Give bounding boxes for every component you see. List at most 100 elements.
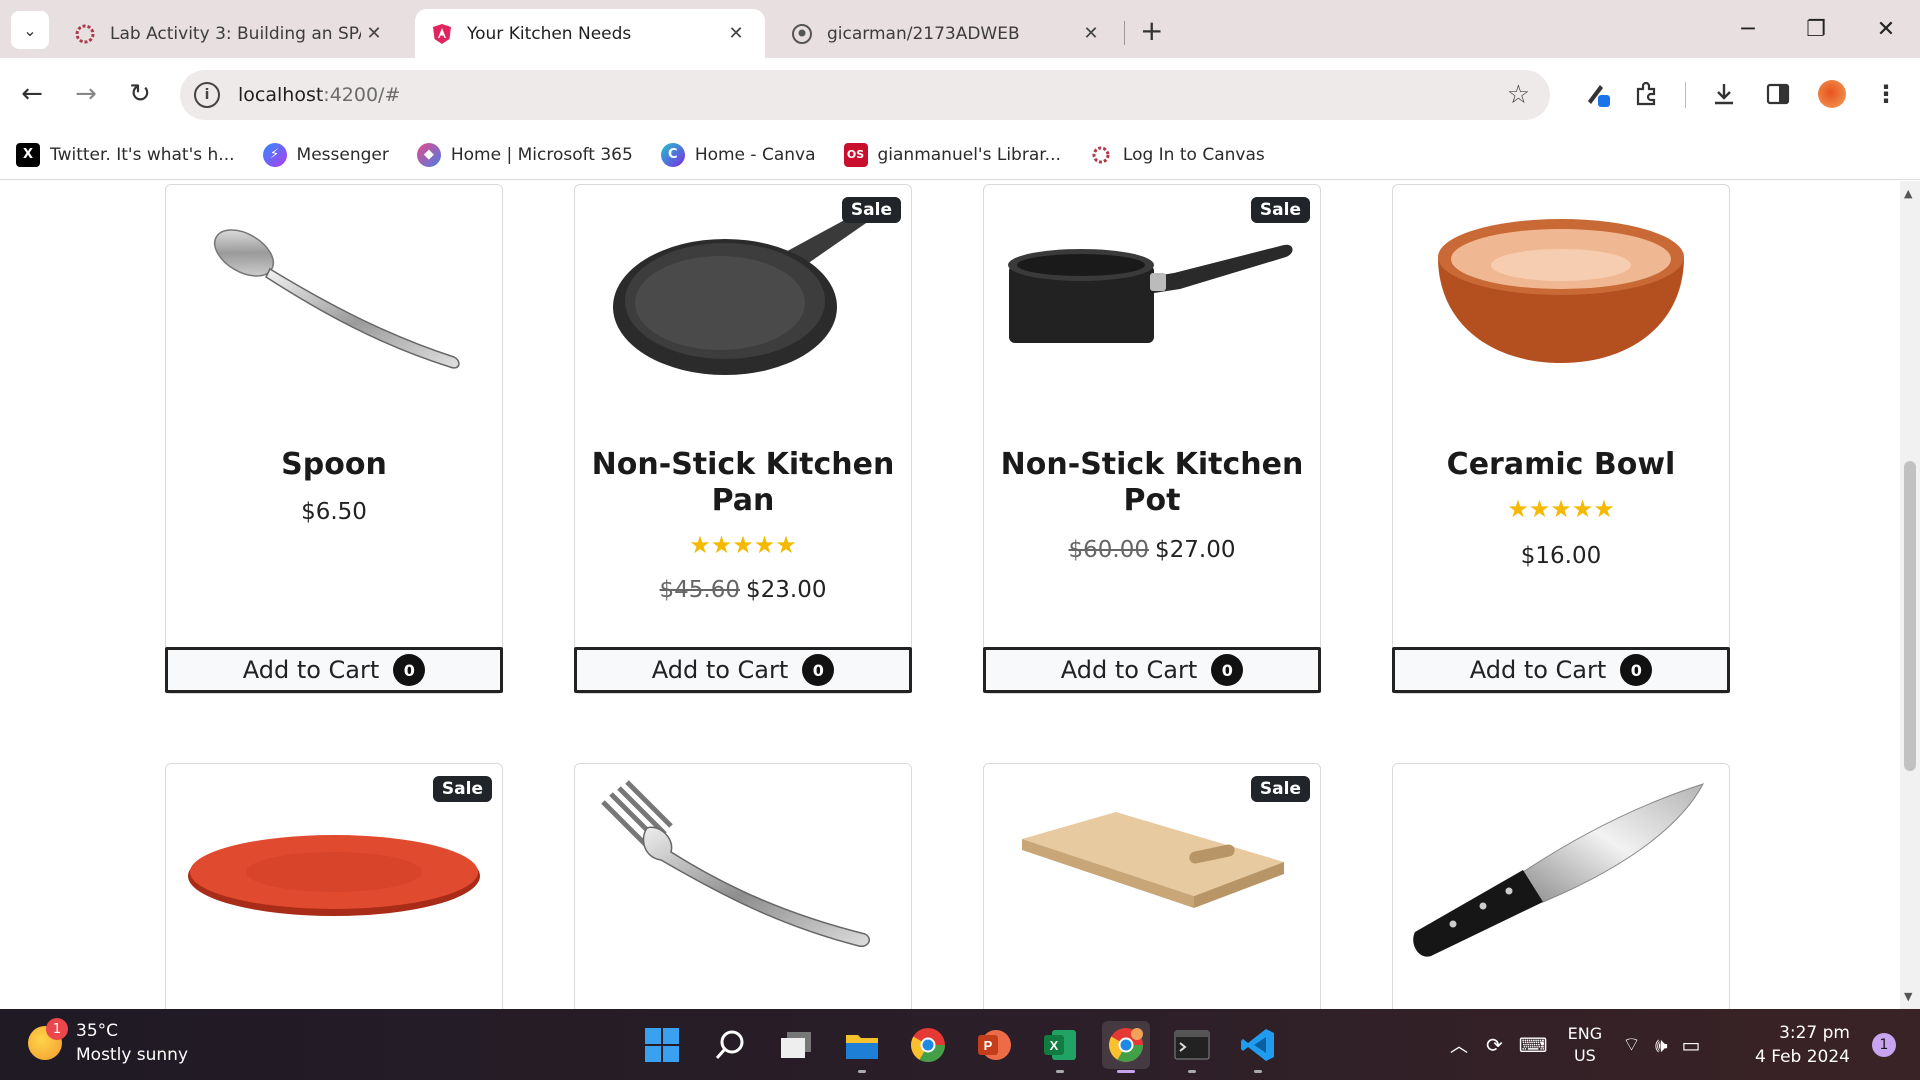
more-menu-icon[interactable]: ⋮ xyxy=(1864,72,1908,116)
extensions-puzzle-icon[interactable] xyxy=(1625,72,1669,116)
new-tab-button[interactable]: + xyxy=(1140,14,1163,47)
clock[interactable]: 3:27 pm 4 Feb 2024 xyxy=(1755,1021,1850,1069)
start-button[interactable] xyxy=(638,1021,686,1069)
close-tab-icon[interactable]: ✕ xyxy=(1078,23,1104,44)
running-indicator xyxy=(858,1070,866,1073)
terminal-icon xyxy=(1174,1030,1210,1060)
clock-date: 4 Feb 2024 xyxy=(1755,1047,1850,1067)
product-price: $45.60 $23.00 xyxy=(575,577,911,603)
terminal-app[interactable] xyxy=(1168,1021,1216,1073)
scroll-up-icon[interactable]: ▲ xyxy=(1904,187,1912,200)
product-card-spoon: Spoon $6.50 Add to Cart 0 xyxy=(165,184,503,694)
product-name: Non-Stick Kitchen Pot xyxy=(1000,447,1304,518)
vscode-app[interactable] xyxy=(1234,1021,1282,1073)
wifi-icon[interactable]: ⌔ xyxy=(1622,1032,1641,1057)
excel-app[interactable]: X xyxy=(1036,1021,1084,1073)
extension-pen-icon[interactable] xyxy=(1575,72,1619,116)
forward-button[interactable]: → xyxy=(64,72,108,116)
chevron-up-icon[interactable]: ︿ xyxy=(1450,1032,1468,1058)
add-to-cart-button[interactable]: Add to Cart 0 xyxy=(1392,647,1730,693)
rating-stars: ★★★★★ xyxy=(1507,495,1615,523)
scroll-down-icon[interactable]: ▼ xyxy=(1904,990,1912,1003)
svg-text:P: P xyxy=(984,1038,993,1053)
bookmark-microsoft365[interactable]: ◆ Home | Microsoft 365 xyxy=(416,142,633,167)
close-tab-icon[interactable]: ✕ xyxy=(723,23,749,44)
bookmarks-bar: X Twitter. It's what's h... ⚡ Messenger … xyxy=(0,130,1920,180)
running-indicator xyxy=(1056,1070,1064,1073)
bookmark-label: Home | Microsoft 365 xyxy=(450,144,633,165)
add-to-cart-button[interactable]: Add to Cart 0 xyxy=(983,647,1321,693)
chrome-icon xyxy=(911,1028,945,1062)
bowl-image xyxy=(1438,219,1684,363)
add-to-cart-label: Add to Cart xyxy=(651,656,789,684)
task-view-button[interactable] xyxy=(772,1021,820,1069)
back-button[interactable]: ← xyxy=(10,72,54,116)
search-button[interactable] xyxy=(706,1021,754,1069)
file-explorer-app[interactable] xyxy=(838,1021,886,1073)
reload-button[interactable]: ↻ xyxy=(118,72,162,116)
price-value: $16.00 xyxy=(1520,543,1602,569)
bookmark-messenger[interactable]: ⚡ Messenger xyxy=(262,142,389,167)
tab-github[interactable]: gicarman/2173ADWEB ✕ xyxy=(775,9,1120,58)
chrome-app[interactable] xyxy=(904,1021,952,1069)
battery-icon[interactable]: ▭ xyxy=(1682,1033,1701,1057)
page-scrollbar[interactable]: ▲ ▼ xyxy=(1900,181,1920,1009)
bookmark-twitter[interactable]: X Twitter. It's what's h... xyxy=(16,142,235,167)
bookmark-label: Twitter. It's what's h... xyxy=(50,144,235,165)
add-to-cart-label: Add to Cart xyxy=(1060,656,1198,684)
profile-avatar[interactable] xyxy=(1810,72,1854,116)
bookmark-canva[interactable]: C Home - Canva xyxy=(660,142,816,167)
language-indicator[interactable]: ENG US xyxy=(1568,1023,1602,1067)
toolbar-divider xyxy=(1685,82,1686,108)
bookmark-label: Log In to Canvas xyxy=(1122,144,1265,165)
running-indicator xyxy=(1188,1070,1196,1073)
tab-separator xyxy=(1124,21,1125,45)
bookmark-library[interactable]: OS gianmanuel's Librar... xyxy=(843,142,1061,167)
canvas-favicon-icon xyxy=(74,23,96,45)
sale-badge: Sale xyxy=(1250,776,1310,802)
keyboard-icon[interactable]: ⌨ xyxy=(1519,1033,1548,1057)
price-value: $6.50 xyxy=(301,499,367,525)
close-window-button[interactable]: ✕ xyxy=(1856,10,1916,48)
volume-icon[interactable]: 🕪 xyxy=(1655,1033,1668,1057)
product-card-bowl: Ceramic Bowl ★★★★★ $16.00 Add to Cart 0 xyxy=(1392,184,1730,694)
weather-widget[interactable]: 1 35°C Mostly sunny xyxy=(28,1018,188,1067)
site-info-icon[interactable]: i xyxy=(194,82,220,108)
chevron-down-icon: ⌄ xyxy=(23,20,37,40)
tab-search-button[interactable]: ⌄ xyxy=(11,11,49,49)
url-host: localhost xyxy=(238,84,324,106)
powerpoint-app[interactable]: P xyxy=(970,1021,1018,1069)
fork-image xyxy=(601,780,870,947)
sale-badge: Sale xyxy=(841,197,901,223)
svg-text:X: X xyxy=(1050,1038,1059,1053)
product-image xyxy=(1393,764,1729,979)
scrollbar-thumb[interactable] xyxy=(1904,461,1916,771)
add-to-cart-button[interactable]: Add to Cart 0 xyxy=(165,647,503,693)
chrome-active-app[interactable] xyxy=(1102,1021,1150,1073)
minimize-button[interactable]: ─ xyxy=(1718,10,1778,48)
page-viewport: Spoon $6.50 Add to Cart 0 Sale Non-Stick… xyxy=(0,181,1920,1009)
tab-strip: ⌄ Lab Activity 3: Building an SPA f ✕ Yo… xyxy=(0,0,1920,58)
tab-lab-activity[interactable]: Lab Activity 3: Building an SPA f ✕ xyxy=(58,9,403,58)
address-bar[interactable]: i localhost:4200/# ☆ xyxy=(180,70,1550,120)
windows-taskbar: 1 35°C Mostly sunny P X ︿ ⟳ ⌨ ENG US ⌔ 🕪… xyxy=(0,1009,1920,1080)
side-panel-icon[interactable] xyxy=(1756,72,1800,116)
close-tab-icon[interactable]: ✕ xyxy=(361,23,387,44)
sync-icon[interactable]: ⟳ xyxy=(1486,1033,1503,1057)
bookmark-canvas[interactable]: Log In to Canvas xyxy=(1089,143,1265,167)
region-code: US xyxy=(1573,1045,1596,1065)
restore-button[interactable]: ❐ xyxy=(1786,10,1846,48)
bookmark-star-icon[interactable]: ☆ xyxy=(1507,80,1530,110)
download-icon[interactable] xyxy=(1702,72,1746,116)
rating-stars: ★★★★★ xyxy=(689,531,797,559)
notification-badge[interactable]: 1 xyxy=(1872,1033,1896,1057)
tab-your-kitchen-needs[interactable]: Your Kitchen Needs ✕ xyxy=(415,9,765,58)
product-name: Ceramic Bowl xyxy=(1446,447,1676,482)
url-text: localhost:4200/# xyxy=(238,84,400,106)
add-to-cart-button[interactable]: Add to Cart 0 xyxy=(574,647,912,693)
product-card-cutting-board: Sale xyxy=(983,763,1321,1009)
x-logo-icon: X xyxy=(16,142,40,167)
microsoft365-icon: ◆ xyxy=(416,142,441,167)
product-price: $16.00 xyxy=(1393,543,1729,569)
cart-count-badge: 0 xyxy=(802,654,835,686)
